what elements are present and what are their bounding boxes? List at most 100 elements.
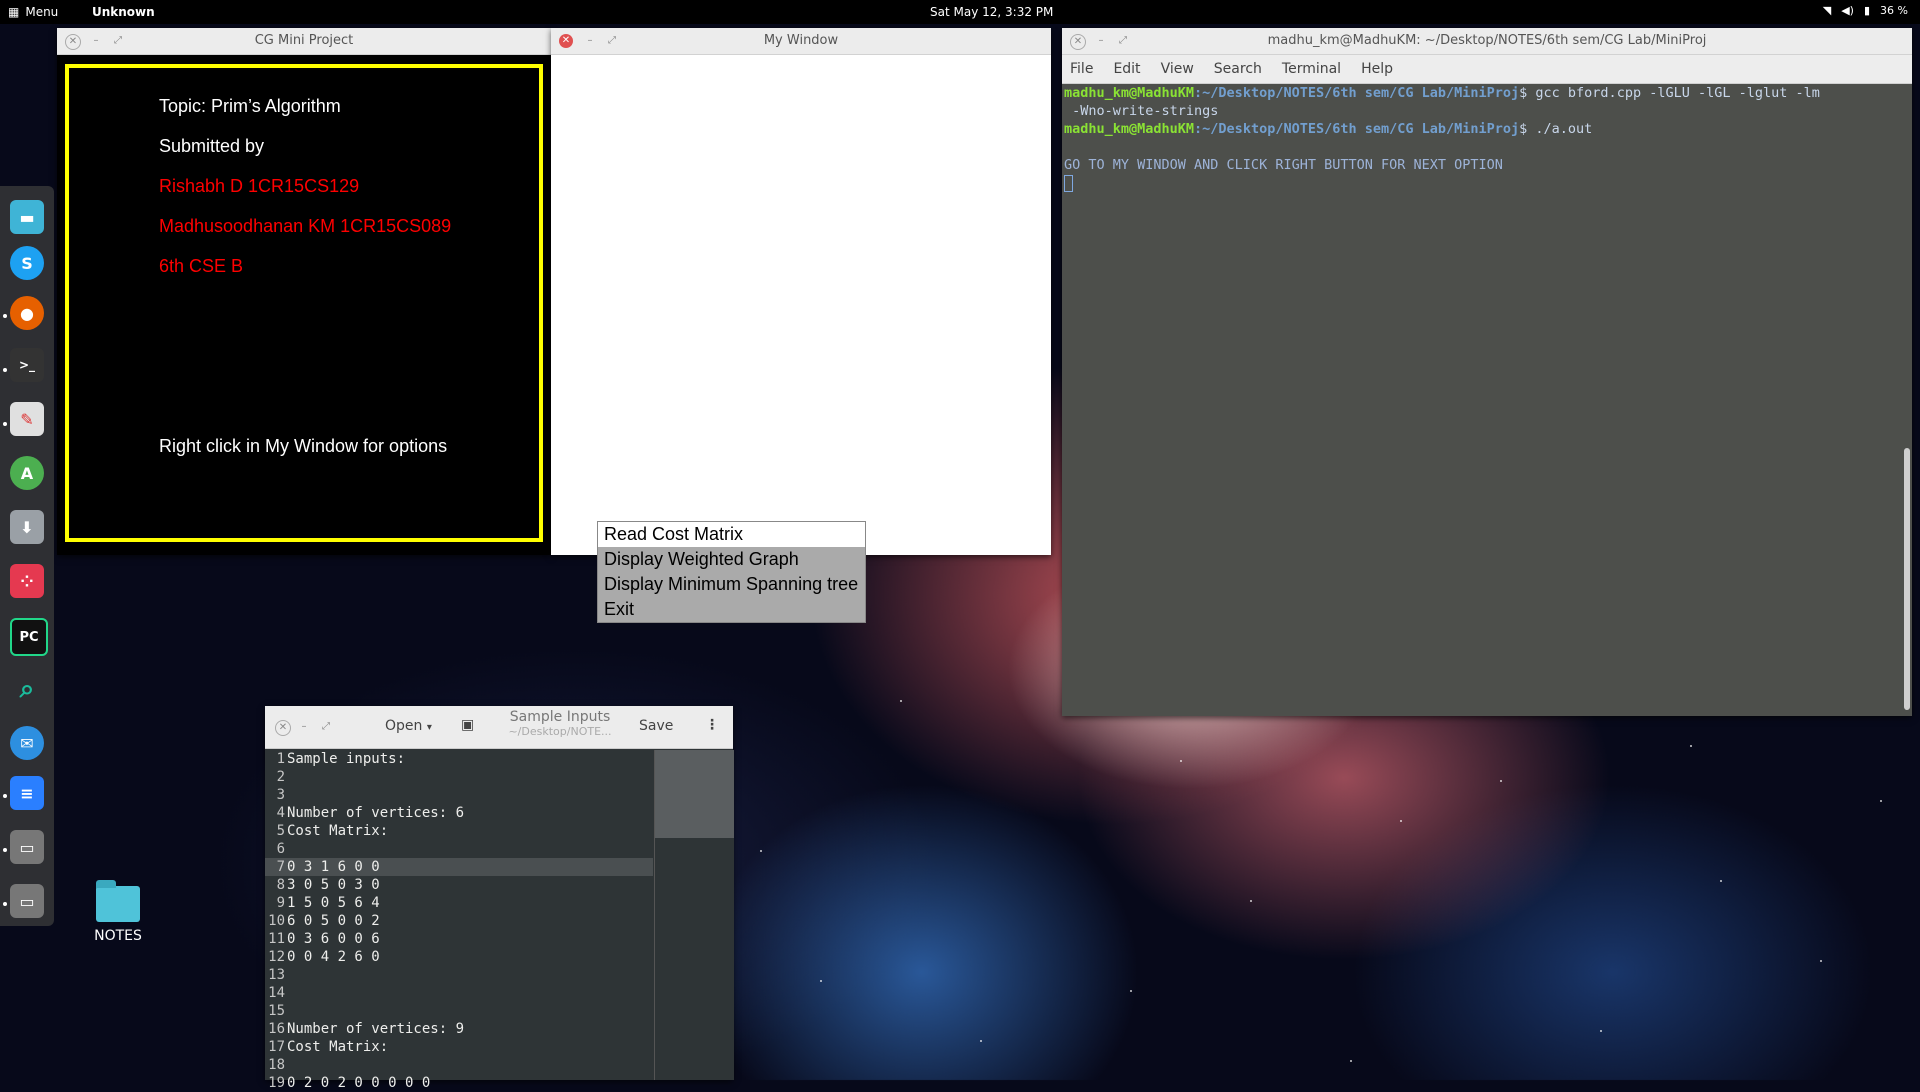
menu-item-display-mst[interactable]: Display Minimum Spanning tree: [598, 572, 865, 597]
menu-file[interactable]: File: [1070, 61, 1093, 77]
main-menu-button[interactable]: ▦ Menu: [8, 5, 58, 19]
menu-help[interactable]: Help: [1361, 61, 1393, 77]
firefox-icon[interactable]: ●: [10, 296, 44, 330]
thunderbird-icon[interactable]: ✉: [10, 726, 44, 760]
pycharm-icon[interactable]: PC: [10, 618, 48, 656]
cg-window-titlebar[interactable]: ✕ – ⤢ CG Mini Project: [57, 28, 551, 55]
wifi-icon[interactable]: ◥: [1823, 4, 1831, 17]
search-icon[interactable]: ⌕: [10, 672, 44, 706]
terminal-cursor: [1064, 174, 1073, 192]
close-icon[interactable]: ✕: [65, 34, 81, 50]
text-editor-icon[interactable]: ✎: [10, 402, 44, 436]
app-icon[interactable]: ⁘: [10, 564, 44, 598]
prompt-path: :~/Desktop/NOTES/6th sem/CG Lab/MiniProj: [1194, 85, 1520, 101]
menu-item-read-cost-matrix[interactable]: Read Cost Matrix: [598, 522, 865, 547]
line-number: 7: [276, 859, 285, 875]
editor-line[interactable]: 12 0 0 4 2 6 0: [265, 948, 653, 966]
gedit-headerbar[interactable]: ✕ – ⤢ Open ▾ ▣ Sample Inputs ~/Desktop/N…: [265, 706, 733, 749]
menu-item-exit[interactable]: Exit: [598, 597, 865, 622]
my-window[interactable]: ✕ – ⤢ My Window: [551, 28, 1051, 555]
minimize-icon[interactable]: –: [583, 34, 597, 48]
terminal-icon[interactable]: >_: [10, 348, 44, 382]
folder-icon: [96, 880, 140, 922]
editor-line[interactable]: 70 3 1 6 0 0: [265, 858, 653, 876]
battery-icon[interactable]: ▮: [1864, 4, 1870, 17]
window-title: madhu_km@MadhuKM: ~/Desktop/NOTES/6th se…: [1267, 33, 1707, 48]
new-document-icon[interactable]: ▣: [461, 717, 474, 733]
window-icon[interactable]: ▭: [10, 830, 44, 864]
kebab-menu-icon[interactable]: ⋮: [705, 717, 719, 733]
editor-line[interactable]: 13: [265, 966, 653, 984]
menu-grid-icon: ▦: [8, 5, 20, 19]
close-icon[interactable]: ✕: [559, 34, 573, 48]
menu-edit[interactable]: Edit: [1113, 61, 1140, 77]
document-title: Sample Inputs ~/Desktop/NOTE...: [495, 709, 625, 738]
editor-line[interactable]: 1 Sample inputs:: [265, 750, 653, 768]
skype-icon[interactable]: S: [10, 246, 44, 280]
terminal-scrollbar[interactable]: [1904, 448, 1910, 710]
maximize-icon[interactable]: ⤢: [605, 34, 619, 48]
close-icon[interactable]: ✕: [1070, 34, 1086, 50]
desktop-folder-notes[interactable]: NOTES: [90, 880, 146, 944]
line-text: 0 2 0 2 0 0 0 0 0: [287, 1075, 431, 1091]
minimap[interactable]: [654, 750, 734, 1080]
clock[interactable]: Sat May 12, 3:32 PM: [930, 5, 1053, 19]
open-button[interactable]: Open ▾: [385, 718, 432, 734]
editor-line[interactable]: 5 Cost Matrix:: [265, 822, 653, 840]
editor-line[interactable]: 14: [265, 984, 653, 1002]
folder-label: NOTES: [94, 928, 142, 944]
terminal-titlebar[interactable]: ✕ – ⤢ madhu_km@MadhuKM: ~/Desktop/NOTES/…: [1062, 28, 1912, 55]
line-text: 0 0 4 2 6 0: [287, 949, 380, 965]
maximize-icon[interactable]: ⤢: [319, 720, 333, 734]
menu-view[interactable]: View: [1161, 61, 1194, 77]
window-icon-2[interactable]: ▭: [10, 884, 44, 918]
editor-line[interactable]: 4 Number of vertices: 6: [265, 804, 653, 822]
editor-line[interactable]: 2: [265, 768, 653, 786]
files-icon[interactable]: ▬: [10, 200, 44, 234]
editor-line[interactable]: 91 5 0 5 6 4: [265, 894, 653, 912]
software-center-icon[interactable]: ⬇: [10, 510, 44, 544]
menu-search[interactable]: Search: [1214, 61, 1262, 77]
cg-mini-project-window[interactable]: ✕ – ⤢ CG Mini Project Topic: Prim’s Algo…: [57, 28, 551, 555]
maximize-icon[interactable]: ⤢: [1116, 34, 1130, 48]
line-number: 19: [268, 1075, 285, 1091]
minimize-icon[interactable]: –: [89, 34, 103, 48]
minimize-icon[interactable]: –: [1094, 34, 1108, 48]
volume-icon[interactable]: ◀): [1841, 4, 1854, 17]
menu-label: Menu: [25, 5, 59, 19]
menu-item-display-weighted-graph[interactable]: Display Weighted Graph: [598, 547, 865, 572]
battery-percent: 36 %: [1880, 4, 1908, 17]
text-editor-area[interactable]: 1 Sample inputs: 2 3 4 Number of vertices: 65…: [265, 750, 653, 1091]
editor-line[interactable]: 19 0 2 0 2 0 0 0 0 0: [265, 1074, 653, 1092]
editor-line[interactable]: 3: [265, 786, 653, 804]
gedit-window[interactable]: ✕ – ⤢ Open ▾ ▣ Sample Inputs ~/Desktop/N…: [265, 706, 734, 1091]
editor-line[interactable]: 15: [265, 1002, 653, 1020]
my-window-canvas[interactable]: [551, 55, 1051, 555]
minimize-icon[interactable]: –: [297, 720, 311, 734]
window-title: My Window: [763, 33, 839, 48]
dock: ▬ S ● >_ ✎ A ⬇ ⁘ PC ⌕ ✉ ≡ ▭ ▭: [0, 186, 54, 926]
document-icon[interactable]: ≡: [10, 776, 44, 810]
minimap-viewport[interactable]: [655, 750, 734, 838]
menu-terminal[interactable]: Terminal: [1282, 61, 1341, 77]
terminal-line-1: madhu_km@MadhuKM:~/Desktop/NOTES/6th sem…: [1064, 84, 1898, 102]
save-button[interactable]: Save: [639, 718, 673, 734]
editor-line[interactable]: 10 6 0 5 0 0 2: [265, 912, 653, 930]
terminal-window[interactable]: ✕ – ⤢ madhu_km@MadhuKM: ~/Desktop/NOTES/…: [1062, 28, 1912, 716]
editor-line[interactable]: 6: [265, 840, 653, 858]
editor-line[interactable]: 16 Number of vertices: 9: [265, 1020, 653, 1038]
maximize-icon[interactable]: ⤢: [111, 34, 125, 48]
running-indicator: [3, 314, 7, 318]
editor-line[interactable]: 17 Cost Matrix:: [265, 1038, 653, 1056]
editor-line[interactable]: 18: [265, 1056, 653, 1074]
line-number: 9: [276, 895, 285, 911]
editor-line[interactable]: 11 0 3 6 0 0 6: [265, 930, 653, 948]
my-window-titlebar[interactable]: ✕ – ⤢ My Window: [551, 28, 1051, 55]
close-icon[interactable]: ✕: [275, 720, 291, 736]
window-title: CG Mini Project: [254, 33, 354, 48]
android-studio-icon[interactable]: A: [10, 456, 44, 490]
class-text: 6th CSE B: [159, 256, 244, 276]
line-number: 8: [276, 877, 285, 893]
terminal-output[interactable]: madhu_km@MadhuKM:~/Desktop/NOTES/6th sem…: [1064, 84, 1898, 716]
editor-line[interactable]: 83 0 5 0 3 0: [265, 876, 653, 894]
